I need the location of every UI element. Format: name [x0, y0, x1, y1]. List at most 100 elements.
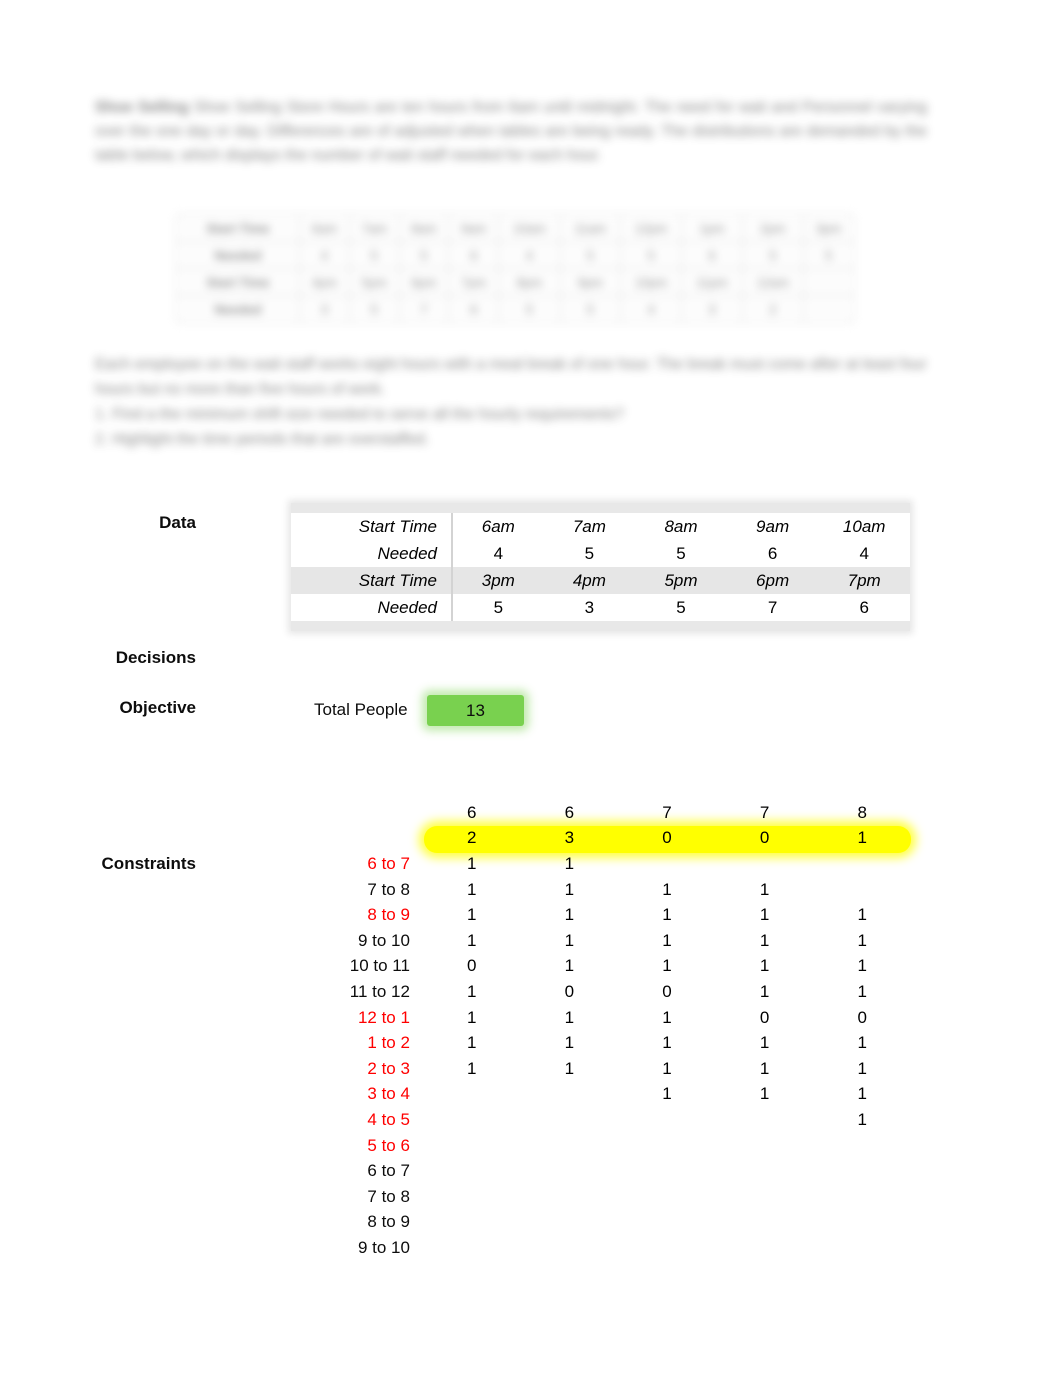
- table-cell[interactable]: 1: [716, 954, 814, 980]
- table-cell[interactable]: [716, 851, 814, 877]
- table-cell[interactable]: [618, 1210, 716, 1236]
- table-cell[interactable]: 10am: [818, 513, 910, 540]
- table-cell[interactable]: 1: [813, 1107, 911, 1133]
- table-row[interactable]: 9 to 10: [291, 1235, 911, 1261]
- table-cell[interactable]: 1: [813, 902, 911, 928]
- table-cell[interactable]: 6: [521, 800, 619, 826]
- table-cell[interactable]: 6pm: [726, 567, 819, 594]
- table-cell[interactable]: 1: [813, 1056, 911, 1082]
- table-cell[interactable]: 5: [452, 594, 544, 621]
- table-cell[interactable]: 1: [423, 928, 521, 954]
- table-cell[interactable]: 3pm: [452, 567, 544, 594]
- table-row[interactable]: 8 to 9 1 1 1 1 1: [291, 902, 911, 928]
- decision-cell[interactable]: 2: [423, 826, 521, 852]
- table-cell[interactable]: 7am: [544, 513, 636, 540]
- objective-value-cell[interactable]: 13: [427, 695, 524, 726]
- table-cell[interactable]: [618, 1158, 716, 1184]
- table-cell[interactable]: 8am: [635, 513, 727, 540]
- table-cell[interactable]: 1: [521, 902, 619, 928]
- table-row[interactable]: 9 to 10 1 1 1 1 1: [291, 928, 911, 954]
- decision-cell[interactable]: 3: [521, 826, 619, 852]
- table-row[interactable]: 7 to 8: [291, 1184, 911, 1210]
- table-cell[interactable]: 1: [423, 851, 521, 877]
- table-cell[interactable]: [813, 851, 911, 877]
- table-cell[interactable]: [423, 1235, 521, 1261]
- table-cell[interactable]: 1: [618, 1005, 716, 1031]
- table-cell[interactable]: 1: [813, 979, 911, 1005]
- decision-cell[interactable]: 1: [813, 826, 911, 852]
- table-cell[interactable]: [813, 1133, 911, 1159]
- table-row[interactable]: 6 to 7: [291, 1158, 911, 1184]
- data-table-block[interactable]: Start Time 6am 7am 8am 9am 10am Needed 4…: [291, 503, 910, 631]
- table-row[interactable]: Needed 4 5 5 6 4: [291, 540, 910, 567]
- table-cell[interactable]: 1: [423, 1056, 521, 1082]
- table-cell[interactable]: 1: [521, 1030, 619, 1056]
- table-row[interactable]: 5 to 6: [291, 1133, 911, 1159]
- table-cell[interactable]: 1: [521, 877, 619, 903]
- table-cell[interactable]: 4: [818, 540, 910, 567]
- decision-cell[interactable]: 0: [716, 826, 814, 852]
- table-row[interactable]: 4 to 5 1: [291, 1107, 911, 1133]
- table-cell[interactable]: 1: [813, 1082, 911, 1108]
- table-cell[interactable]: 1: [423, 979, 521, 1005]
- table-cell[interactable]: 1: [716, 902, 814, 928]
- table-cell[interactable]: [423, 1107, 521, 1133]
- table-cell[interactable]: 4: [452, 540, 544, 567]
- table-cell[interactable]: 1: [618, 1030, 716, 1056]
- table-cell[interactable]: 1: [813, 954, 911, 980]
- table-cell[interactable]: 1: [521, 954, 619, 980]
- table-cell[interactable]: 6: [727, 540, 819, 567]
- table-cell[interactable]: 7: [716, 800, 814, 826]
- table-row[interactable]: Start Time 3pm 4pm 5pm 6pm 7pm: [291, 567, 910, 594]
- table-cell[interactable]: 1: [423, 1005, 521, 1031]
- table-cell[interactable]: 1: [618, 954, 716, 980]
- table-cell[interactable]: 8: [813, 800, 911, 826]
- constraints-matrix[interactable]: 6 6 7 7 8 2 3 0 0 1 6 to 7 1 1 7 to 8 1 …: [291, 800, 911, 1261]
- table-cell[interactable]: 3: [544, 594, 636, 621]
- table-cell[interactable]: [618, 1133, 716, 1159]
- table-cell[interactable]: [521, 1107, 619, 1133]
- decision-row[interactable]: 2 3 0 0 1: [291, 826, 911, 852]
- table-cell[interactable]: 1: [813, 1030, 911, 1056]
- table-cell[interactable]: [716, 1133, 814, 1159]
- table-cell[interactable]: 0: [716, 1005, 814, 1031]
- table-cell[interactable]: 6: [423, 800, 521, 826]
- table-cell[interactable]: 7pm: [818, 567, 910, 594]
- table-cell[interactable]: 1: [618, 902, 716, 928]
- table-cell[interactable]: 5: [544, 540, 636, 567]
- table-cell[interactable]: 7: [618, 800, 716, 826]
- table-cell[interactable]: 5pm: [635, 567, 727, 594]
- table-cell[interactable]: [423, 1082, 521, 1108]
- table-cell[interactable]: [521, 1184, 619, 1210]
- table-row[interactable]: Needed 5 3 5 7 6: [291, 594, 910, 621]
- table-cell[interactable]: [423, 1158, 521, 1184]
- table-cell[interactable]: 1: [521, 1005, 619, 1031]
- table-cell[interactable]: 1: [716, 1030, 814, 1056]
- table-cell[interactable]: [813, 1184, 911, 1210]
- table-cell[interactable]: 5: [635, 540, 727, 567]
- table-cell[interactable]: 1: [716, 1056, 814, 1082]
- table-cell[interactable]: [716, 1107, 814, 1133]
- table-row[interactable]: 6 to 7 1 1: [291, 851, 911, 877]
- table-cell[interactable]: 6am: [452, 513, 544, 540]
- table-cell[interactable]: [813, 1210, 911, 1236]
- table-row[interactable]: 2 to 3 1 1 1 1 1: [291, 1056, 911, 1082]
- table-cell[interactable]: 1: [716, 1082, 814, 1108]
- table-row[interactable]: 12 to 1 1 1 1 0 0: [291, 1005, 911, 1031]
- table-cell[interactable]: [618, 1235, 716, 1261]
- table-cell[interactable]: 0: [423, 954, 521, 980]
- table-cell[interactable]: 1: [716, 928, 814, 954]
- table-cell[interactable]: 1: [423, 1030, 521, 1056]
- table-cell[interactable]: 0: [521, 979, 619, 1005]
- table-cell[interactable]: [716, 1210, 814, 1236]
- table-cell[interactable]: 0: [813, 1005, 911, 1031]
- table-row[interactable]: 3 to 4 1 1 1: [291, 1082, 911, 1108]
- table-cell[interactable]: 1: [618, 1056, 716, 1082]
- table-cell[interactable]: 1: [521, 1056, 619, 1082]
- table-row[interactable]: 11 to 12 1 0 0 1 1: [291, 979, 911, 1005]
- table-cell[interactable]: 1: [716, 877, 814, 903]
- table-cell[interactable]: [618, 1107, 716, 1133]
- table-cell[interactable]: [423, 1184, 521, 1210]
- table-cell[interactable]: 1: [521, 928, 619, 954]
- table-cell[interactable]: [618, 851, 716, 877]
